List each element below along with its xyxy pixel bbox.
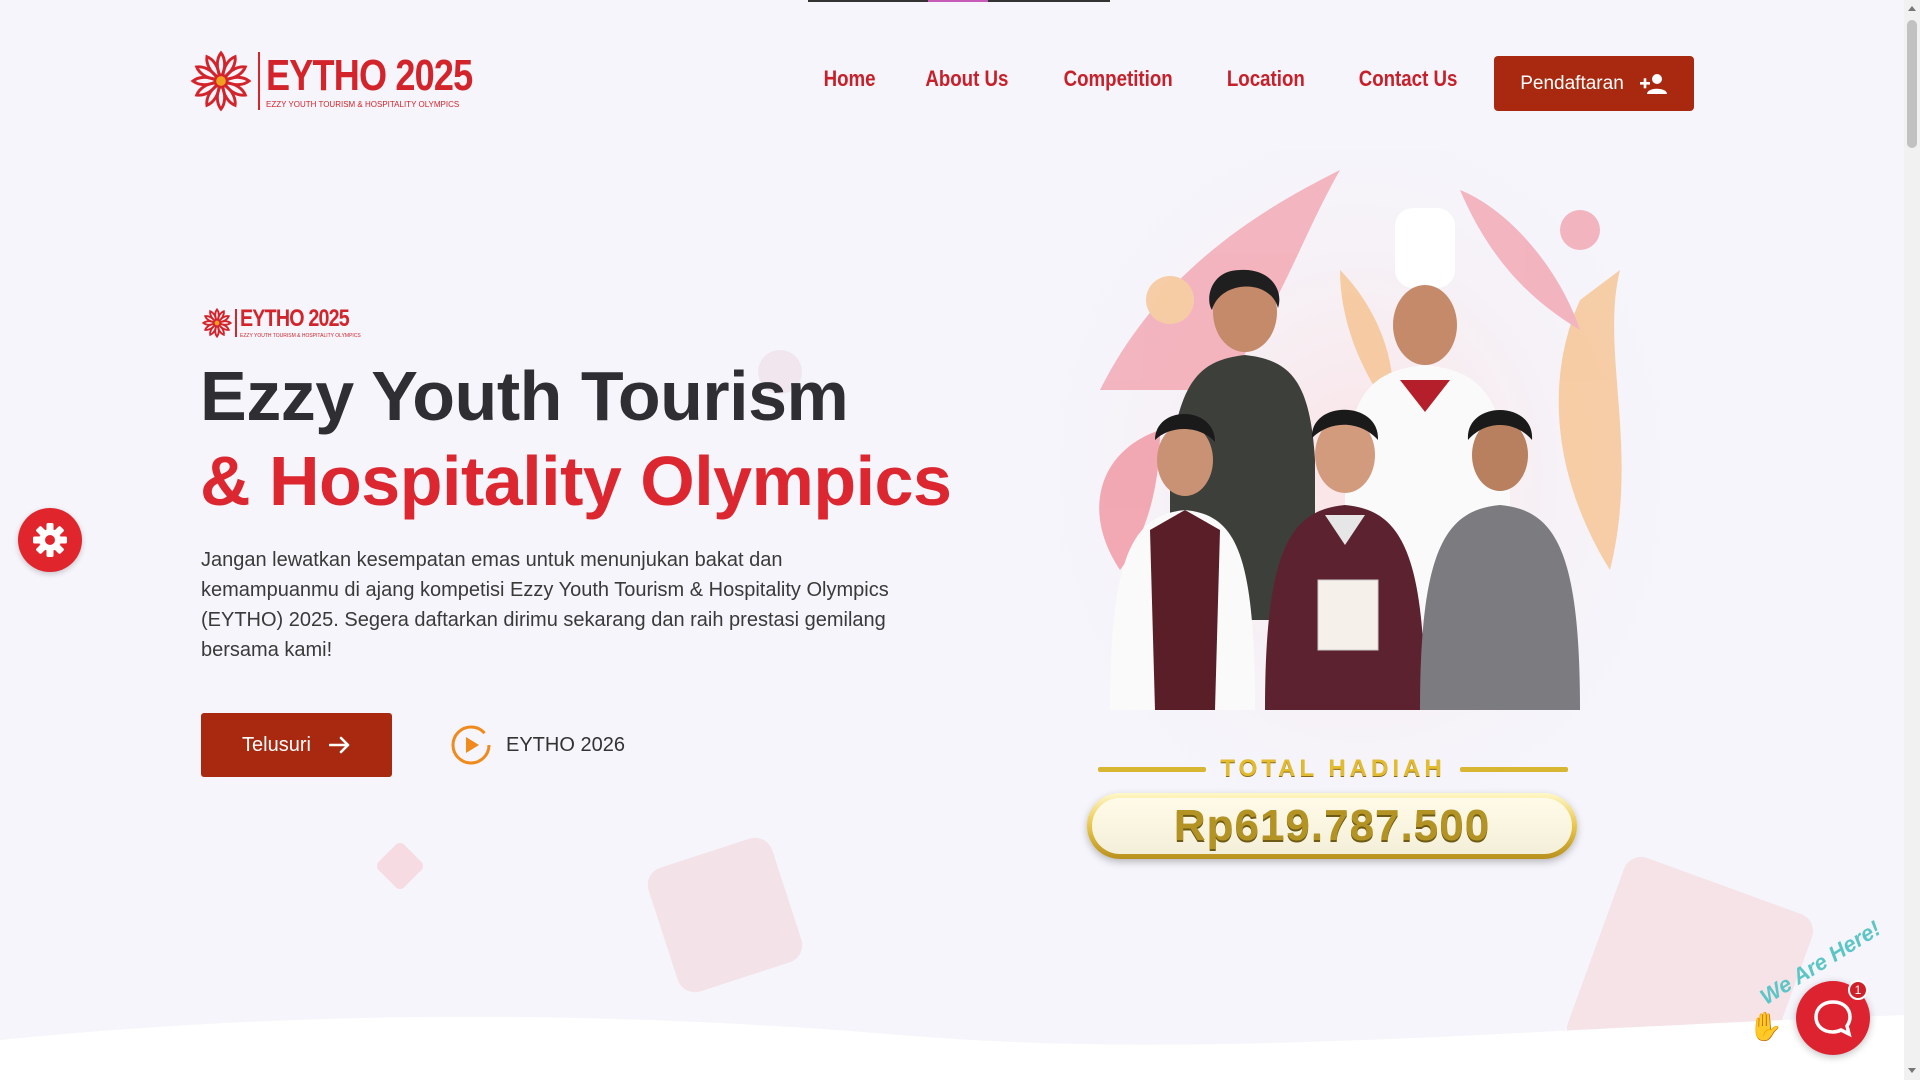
hero-title-line1: Ezzy Youth Tourism xyxy=(200,357,849,435)
decor-shape xyxy=(374,840,426,892)
explore-label: Telusuri xyxy=(242,733,311,756)
flower-logo-icon xyxy=(202,308,232,338)
nav-competition[interactable]: Competition xyxy=(1063,66,1172,92)
arrow-right-icon xyxy=(328,736,350,754)
play-icon xyxy=(451,725,491,765)
nav-location[interactable]: Location xyxy=(1227,66,1305,92)
chat-bubble-icon xyxy=(1814,1000,1852,1038)
wave-divider xyxy=(0,1015,1904,1080)
prize-label: TOTAL HADIAH xyxy=(1098,755,1569,783)
nav-home[interactable]: Home xyxy=(824,66,876,92)
prize-amount: Rp619.787.500 xyxy=(1092,798,1572,854)
vertical-scrollbar[interactable] xyxy=(1904,0,1920,1080)
register-button[interactable]: Pendaftaran xyxy=(1494,56,1694,111)
nav-about-us[interactable]: About Us xyxy=(925,66,1008,92)
hero-title-line2: & Hospitality Olympics xyxy=(200,442,952,520)
prize-bar-right xyxy=(1459,766,1569,772)
flower-logo-icon xyxy=(191,50,251,111)
site-logo[interactable]: EYTHO 2025 EZZY YOUTH TOURISM & HOSPITAL… xyxy=(190,50,518,112)
page: EYTHO 2025 EZZY YOUTH TOURISM & HOSPITAL… xyxy=(0,0,1904,1080)
hero-logo-subtitle: EZZY YOUTH TOURISM & HOSPITALITY OLYMPIC… xyxy=(240,333,361,339)
video-link[interactable]: EYTHO 2026 xyxy=(450,724,625,766)
gear-icon xyxy=(33,523,67,557)
prize-amount-box: Rp619.787.500 xyxy=(1087,793,1577,859)
hero-logo-text: EYTHO 2025 EZZY YOUTH TOURISM & HOSPITAL… xyxy=(240,305,373,340)
loading-bar xyxy=(808,0,1110,2)
scroll-up-arrow-icon[interactable] xyxy=(1908,6,1916,11)
logo-divider xyxy=(258,52,260,110)
register-label: Pendaftaran xyxy=(1520,72,1624,94)
logo-title: EYTHO 2025 xyxy=(266,50,473,100)
logo-text: EYTHO 2025 EZZY YOUTH TOURISM & HOSPITAL… xyxy=(266,50,518,109)
hero-description: Jangan lewatkan kesempatan emas untuk me… xyxy=(201,549,889,661)
video-label: EYTHO 2026 xyxy=(506,733,625,756)
scrollbar-thumb[interactable] xyxy=(1907,20,1917,148)
waving-hand-icon: ✋ xyxy=(1748,1011,1783,1042)
decor-shape xyxy=(643,833,807,997)
scroll-down-arrow-icon[interactable] xyxy=(1908,1068,1916,1073)
nav-contact-us[interactable]: Contact Us xyxy=(1359,66,1458,92)
hero-logo-title: EYTHO 2025 xyxy=(240,305,350,332)
chat-unread-badge: 1 xyxy=(1848,980,1868,1000)
prize-label-text: TOTAL HADIAH xyxy=(1220,755,1446,782)
add-user-icon xyxy=(1639,73,1667,94)
hero-logo: EYTHO 2025 EZZY YOUTH TOURISM & HOSPITAL… xyxy=(202,307,373,339)
prize-bar-left xyxy=(1098,766,1207,772)
logo-divider xyxy=(235,309,237,337)
main-nav: Home About Us Competition Location Conta… xyxy=(819,66,1466,92)
explore-button[interactable]: Telusuri xyxy=(201,713,392,777)
logo-subtitle: EZZY YOUTH TOURISM & HOSPITALITY OLYMPIC… xyxy=(266,99,460,109)
settings-button[interactable] xyxy=(18,508,82,572)
